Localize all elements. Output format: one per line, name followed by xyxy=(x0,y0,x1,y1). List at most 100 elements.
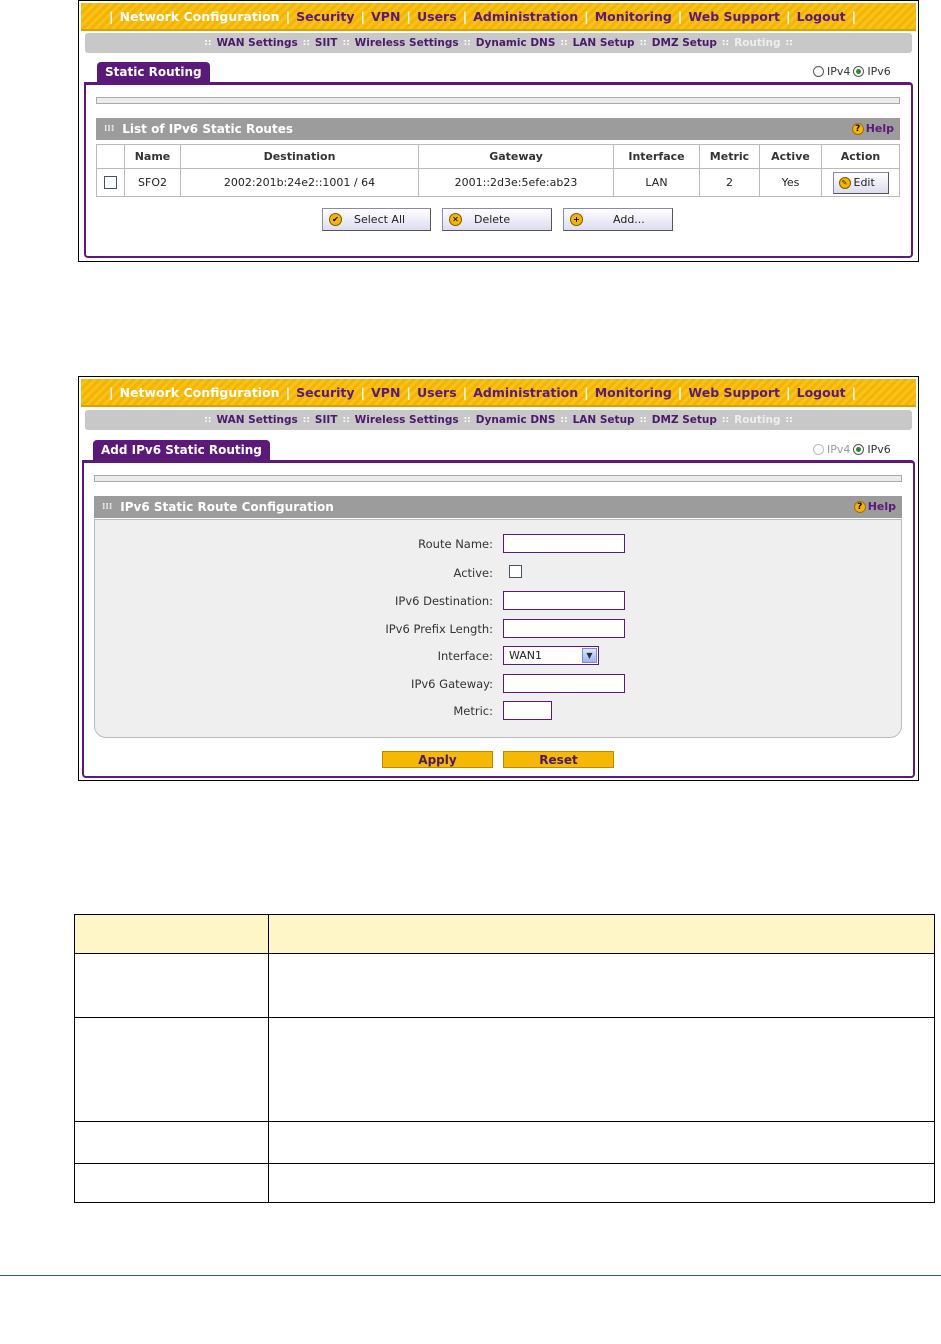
nav-users[interactable]: Users xyxy=(417,9,457,24)
subnav-siit[interactable]: SIIT xyxy=(315,414,338,426)
nav-monitoring[interactable]: Monitoring xyxy=(595,9,672,24)
description-table xyxy=(74,914,935,1203)
ipv6-radio[interactable] xyxy=(853,444,865,455)
table-cell xyxy=(74,1163,269,1203)
nav-monitoring[interactable]: Monitoring xyxy=(595,385,672,400)
subnav-lan-setup[interactable]: LAN Setup xyxy=(573,37,635,49)
route-destination-cell: 2002:201b:24e2::1001 / 64 xyxy=(180,168,419,197)
add-button[interactable]: + Add... xyxy=(563,208,673,231)
route-metric-cell: 2 xyxy=(699,168,760,197)
ipv6-destination-input[interactable] xyxy=(503,591,625,610)
subnav-routing[interactable]: Routing xyxy=(734,37,780,49)
subnav-wireless-settings[interactable]: Wireless Settings xyxy=(355,37,459,49)
route-name-cell: SFO2 xyxy=(124,168,181,197)
add-ipv6-route-screen: | Network Configuration | Security | VPN | U… xyxy=(78,376,919,781)
row-checkbox[interactable] xyxy=(104,176,117,190)
table-cell xyxy=(268,1017,935,1122)
tab-add-ipv6-static-routing[interactable]: Add IPv6 Static Routing xyxy=(93,440,270,460)
subnav-lan-setup[interactable]: LAN Setup xyxy=(573,414,635,426)
table-cell xyxy=(268,1121,935,1164)
help-icon: ? xyxy=(851,122,864,135)
help-label: Help xyxy=(865,122,894,135)
ipv6-label: IPv6 xyxy=(867,65,891,78)
select-all-label: Select All xyxy=(354,213,406,226)
nav-logout[interactable]: Logout xyxy=(797,385,846,400)
help-link[interactable]: ? Help xyxy=(851,122,894,135)
subnav-dmz-setup[interactable]: DMZ Setup xyxy=(652,414,717,426)
nav-administration[interactable]: Administration xyxy=(473,385,578,400)
ipv6-prefix-length-label: IPv6 Prefix Length: xyxy=(385,622,493,636)
nav-administration[interactable]: Administration xyxy=(473,9,578,24)
interface-select[interactable]: WAN1 ▼ xyxy=(503,646,599,665)
help-icon: ? xyxy=(853,500,866,513)
nav-web-support[interactable]: Web Support xyxy=(688,9,780,24)
interface-row: Interface: WAN1 ▼ xyxy=(95,646,903,666)
help-label: Help xyxy=(867,500,896,513)
nav-network-configuration[interactable]: Network Configuration xyxy=(120,385,280,400)
pencil-icon: ✎ xyxy=(838,176,851,189)
chevron-down-icon[interactable]: ▼ xyxy=(582,648,597,663)
column-header-interface: Interface xyxy=(613,144,700,169)
column-header-gateway: Gateway xyxy=(418,144,614,169)
active-row: Active: xyxy=(95,563,903,583)
subnav-wan-settings[interactable]: WAN Settings xyxy=(216,37,297,49)
select-column-header xyxy=(96,144,125,169)
subnav-routing[interactable]: Routing xyxy=(734,414,780,426)
ipv6-prefix-length-input[interactable] xyxy=(503,619,625,638)
subnav-wan-settings[interactable]: WAN Settings xyxy=(216,414,297,426)
help-link[interactable]: ? Help xyxy=(853,500,896,513)
delete-button[interactable]: ✕ Delete xyxy=(442,208,552,231)
nav-users[interactable]: Users xyxy=(417,385,457,400)
progress-bar xyxy=(96,97,900,104)
table-header-row xyxy=(74,914,935,954)
route-name-row: Route Name: xyxy=(95,534,903,554)
nav-security[interactable]: Security xyxy=(296,385,354,400)
table-header-cell xyxy=(268,914,935,954)
routes-table: Name Destination Gateway Interface Metri… xyxy=(96,144,900,197)
ip-version-toggle: IPv4 IPv6 xyxy=(813,65,891,78)
route-gateway-cell: 2001::2d3e:5efe:ab23 xyxy=(418,168,614,197)
table-cell xyxy=(74,953,269,1018)
static-routing-screen: | Network Configuration | Security | VPN | U… xyxy=(78,0,919,262)
interface-label: Interface: xyxy=(437,649,493,663)
ipv4-radio[interactable] xyxy=(813,444,824,455)
active-checkbox[interactable] xyxy=(509,565,522,578)
nav-vpn[interactable]: VPN xyxy=(371,385,400,400)
ipv6-destination-label: IPv6 Destination: xyxy=(395,594,493,608)
ipv4-radio[interactable] xyxy=(813,66,824,77)
subnav-siit[interactable]: SIIT xyxy=(315,37,338,49)
nav-network-configuration[interactable]: Network Configuration xyxy=(120,9,280,24)
ip-version-toggle: IPv4 IPv6 xyxy=(813,443,891,456)
ipv6-gateway-input[interactable] xyxy=(503,674,625,693)
nav-web-support[interactable]: Web Support xyxy=(688,385,780,400)
subnav-wireless-settings[interactable]: Wireless Settings xyxy=(355,414,459,426)
select-all-button[interactable]: ✔ Select All xyxy=(322,208,431,231)
subnav-dynamic-dns[interactable]: Dynamic DNS xyxy=(476,414,556,426)
subnav-dynamic-dns[interactable]: Dynamic DNS xyxy=(476,37,556,49)
tab-static-routing[interactable]: Static Routing xyxy=(97,62,210,82)
section-header: ⁞⁞⁞ IPv6 Static Route Configuration ? Hel… xyxy=(94,496,902,518)
subnav-dmz-setup[interactable]: DMZ Setup xyxy=(652,37,717,49)
table-cell xyxy=(268,1163,935,1203)
grip-icon: ⁞⁞⁞ xyxy=(102,502,113,512)
ipv4-label: IPv4 xyxy=(827,443,851,456)
metric-input[interactable] xyxy=(503,701,552,720)
table-header-cell xyxy=(74,914,269,954)
edit-button[interactable]: ✎ Edit xyxy=(832,171,889,194)
table-row xyxy=(74,1017,935,1122)
table-row xyxy=(74,953,935,1018)
main-nav: | Network Configuration | Security | VPN | U… xyxy=(81,3,916,31)
route-active-cell: Yes xyxy=(759,168,822,197)
ipv6-radio[interactable] xyxy=(853,66,865,77)
nav-security[interactable]: Security xyxy=(296,9,354,24)
column-header-name: Name xyxy=(124,144,181,169)
nav-logout[interactable]: Logout xyxy=(797,9,846,24)
reset-button[interactable]: Reset xyxy=(503,751,614,768)
nav-vpn[interactable]: VPN xyxy=(371,9,400,24)
edit-label: Edit xyxy=(853,176,875,189)
route-name-label: Route Name: xyxy=(418,537,493,551)
section-title: List of IPv6 Static Routes xyxy=(122,122,293,136)
route-name-input[interactable] xyxy=(503,534,625,553)
ipv4-label: IPv4 xyxy=(827,65,851,78)
apply-button[interactable]: Apply xyxy=(382,751,493,768)
